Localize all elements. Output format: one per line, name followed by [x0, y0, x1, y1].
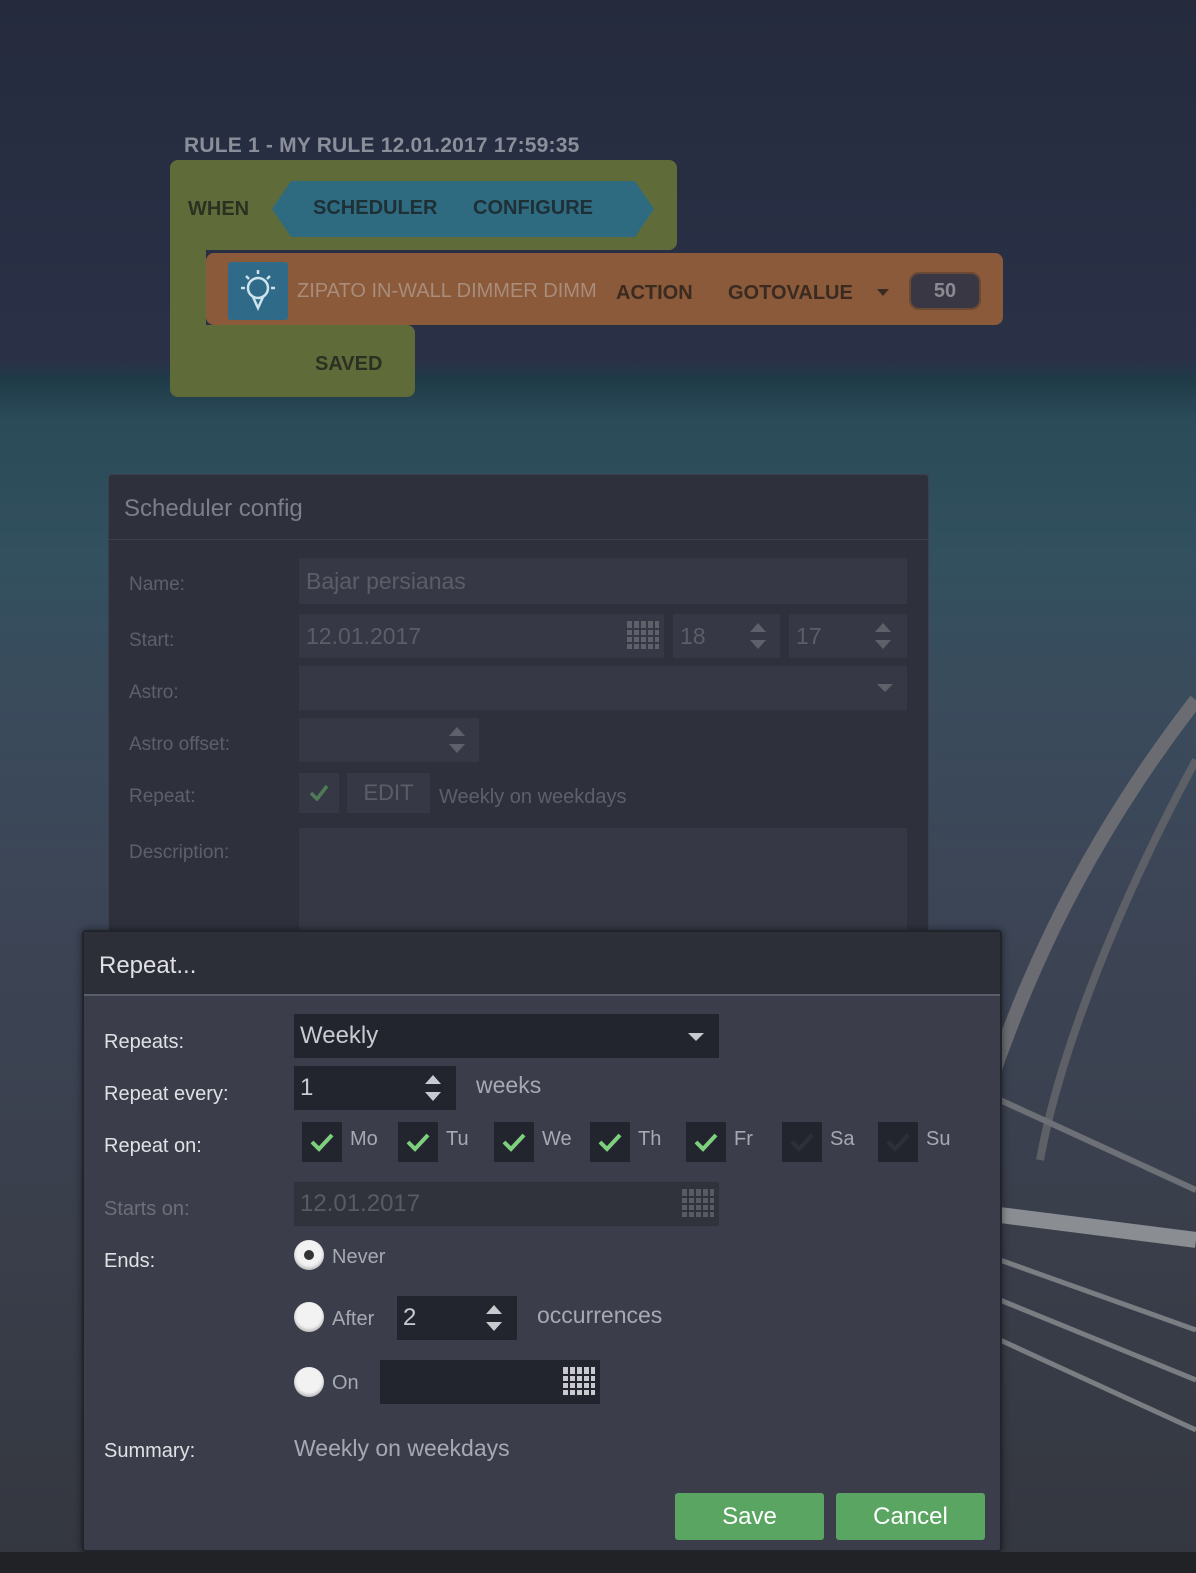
checkmark-icon	[406, 1133, 430, 1152]
checkmark-icon	[502, 1133, 526, 1152]
dialog-title: Repeat...	[99, 952, 197, 979]
checkmark-icon	[790, 1133, 814, 1152]
device-name[interactable]: ZIPATO IN-WALL DIMMER DIMMER	[297, 280, 597, 303]
astro-offset-stepper[interactable]	[448, 725, 466, 755]
ends-never-label: Never	[332, 1246, 386, 1268]
astro-offset-label: Astro offset:	[129, 734, 231, 755]
when-label: WHEN	[188, 198, 250, 220]
day-label-th: Th	[638, 1128, 662, 1150]
bottom-bar	[0, 1552, 1196, 1573]
astro-label: Astro:	[129, 682, 179, 703]
ends-after-radio[interactable]	[294, 1302, 324, 1332]
scheduler-label: SCHEDULER	[313, 197, 438, 219]
scheduler-trigger-block[interactable]: SCHEDULER CONFIGURE	[272, 181, 654, 237]
cancel-button[interactable]: Cancel	[836, 1493, 985, 1540]
repeats-select[interactable]: Weekly	[294, 1014, 719, 1058]
repeat-every-unit: weeks	[476, 1072, 542, 1098]
day-label-we: We	[542, 1128, 572, 1150]
panel-title: Scheduler config	[124, 495, 303, 522]
description-textarea[interactable]	[299, 828, 907, 938]
starts-on-label: Starts on:	[104, 1198, 190, 1220]
hour-stepper[interactable]	[749, 621, 767, 651]
chevron-down-icon	[877, 684, 893, 692]
ends-after-label: After	[332, 1308, 375, 1330]
day-checkbox-we[interactable]	[494, 1122, 534, 1162]
occurrences-unit: occurrences	[537, 1302, 663, 1328]
repeat-summary: Weekly on weekdays	[439, 786, 627, 808]
value-input[interactable]: 50	[909, 272, 981, 310]
summary-value: Weekly on weekdays	[294, 1435, 510, 1461]
day-checkbox-tu[interactable]	[398, 1122, 438, 1162]
action-label: ACTION	[616, 282, 693, 304]
repeat-on-label: Repeat on:	[104, 1135, 202, 1157]
day-label-mo: Mo	[350, 1128, 378, 1150]
chevron-down-icon	[877, 289, 889, 296]
repeat-every-stepper[interactable]	[424, 1073, 442, 1103]
name-label: Name:	[129, 574, 185, 595]
day-label-tu: Tu	[446, 1128, 469, 1150]
ends-never-radio[interactable]	[294, 1240, 324, 1270]
day-checkbox-su[interactable]	[878, 1122, 918, 1162]
occurrences-stepper[interactable]	[485, 1303, 503, 1333]
astro-select[interactable]	[299, 666, 907, 710]
chevron-down-icon	[688, 1033, 704, 1041]
start-label: Start:	[129, 630, 175, 651]
start-date-input[interactable]: 12.01.2017	[299, 614, 664, 658]
description-label: Description:	[129, 842, 230, 863]
repeats-label: Repeats:	[104, 1031, 185, 1053]
name-input[interactable]: Bajar persianas	[299, 558, 907, 604]
day-label-sa: Sa	[830, 1128, 855, 1150]
calendar-grid	[627, 624, 659, 649]
checkmark-icon	[694, 1133, 718, 1152]
repeat-checkbox[interactable]	[299, 773, 339, 813]
day-checkbox-th[interactable]	[590, 1122, 630, 1162]
day-checkbox-sa[interactable]	[782, 1122, 822, 1162]
calendar-grid	[682, 1192, 714, 1217]
repeat-label: Repeat:	[129, 786, 196, 807]
edit-repeat-button[interactable]: EDIT	[347, 773, 430, 813]
day-checkbox-mo[interactable]	[302, 1122, 342, 1162]
summary-label: Summary:	[104, 1440, 196, 1462]
rule-title: RULE 1 - MY RULE 12.01.2017 17:59:35	[184, 134, 580, 157]
repeat-dialog: Repeat... Repeats: Weekly Repeat every: …	[82, 930, 1002, 1552]
light-bulb-icon	[228, 262, 288, 320]
saved-label: SAVED	[315, 353, 383, 375]
checkmark-icon	[886, 1133, 910, 1152]
day-checkbox-fr[interactable]	[686, 1122, 726, 1162]
day-label-su: Su	[926, 1128, 951, 1150]
dialog-header	[84, 932, 1000, 996]
ends-on-label: On	[332, 1372, 359, 1394]
checkmark-icon	[598, 1133, 622, 1152]
ends-on-radio[interactable]	[294, 1367, 324, 1397]
save-button[interactable]: Save	[675, 1493, 824, 1540]
scheduler-config-panel: Scheduler config Name: Bajar persianas S…	[108, 474, 929, 944]
action-value-dropdown[interactable]: GOTOVALUE	[728, 282, 853, 305]
ends-label: Ends:	[104, 1250, 156, 1272]
starts-on-input[interactable]: 12.01.2017	[294, 1182, 719, 1226]
minute-stepper[interactable]	[874, 621, 892, 651]
repeat-every-label: Repeat every:	[104, 1083, 229, 1105]
calendar-grid	[563, 1370, 595, 1395]
configure-button[interactable]: CONFIGURE	[473, 197, 593, 220]
checkmark-icon	[310, 1133, 334, 1152]
day-label-fr: Fr	[734, 1128, 753, 1150]
